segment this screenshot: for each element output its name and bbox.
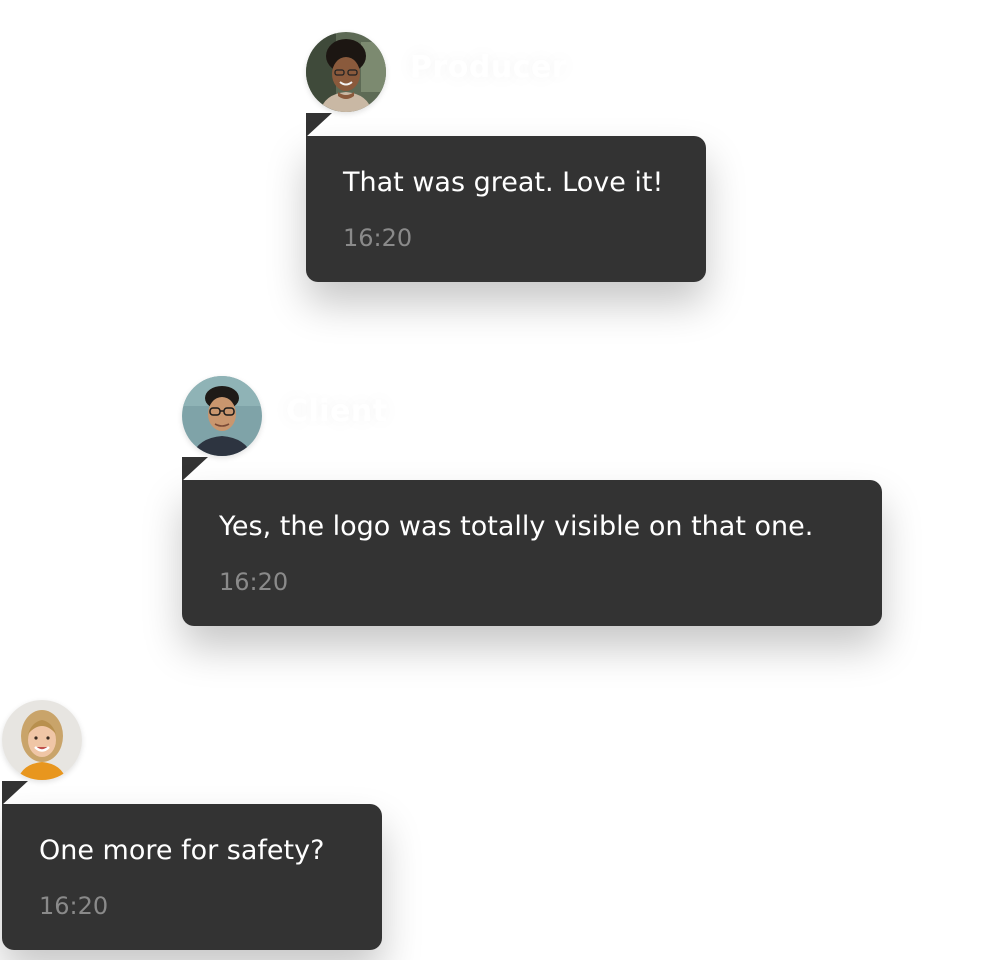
producer-avatar[interactable] <box>306 32 386 112</box>
sender-name: Client <box>286 394 388 429</box>
message-text: That was great. Love it! <box>343 167 664 198</box>
client-avatar[interactable] <box>182 376 262 456</box>
message-text: One more for safety? <box>39 835 325 866</box>
bubble-tail <box>182 457 208 481</box>
message-timestamp: 16:20 <box>219 568 289 596</box>
third-participant-avatar[interactable] <box>2 700 82 780</box>
chat-message: One more for safety? 16:20 <box>2 700 382 950</box>
chat-message: Producer That was great. Love it! 16:20 <box>306 32 706 282</box>
message-timestamp: 16:20 <box>343 224 413 252</box>
message-bubble: Yes, the logo was totally visible on tha… <box>182 480 882 626</box>
sender-name: Producer <box>410 50 568 85</box>
message-timestamp: 16:20 <box>39 892 109 920</box>
chat-message: Client Yes, the logo was totally visible… <box>182 376 882 626</box>
message-bubble: One more for safety? 16:20 <box>2 804 382 950</box>
bubble-tail <box>2 781 28 805</box>
chat-conversation: Producer That was great. Love it! 16:20 … <box>0 0 992 960</box>
message-bubble: That was great. Love it! 16:20 <box>306 136 706 282</box>
bubble-tail <box>306 113 332 137</box>
message-text: Yes, the logo was totally visible on tha… <box>219 511 814 542</box>
